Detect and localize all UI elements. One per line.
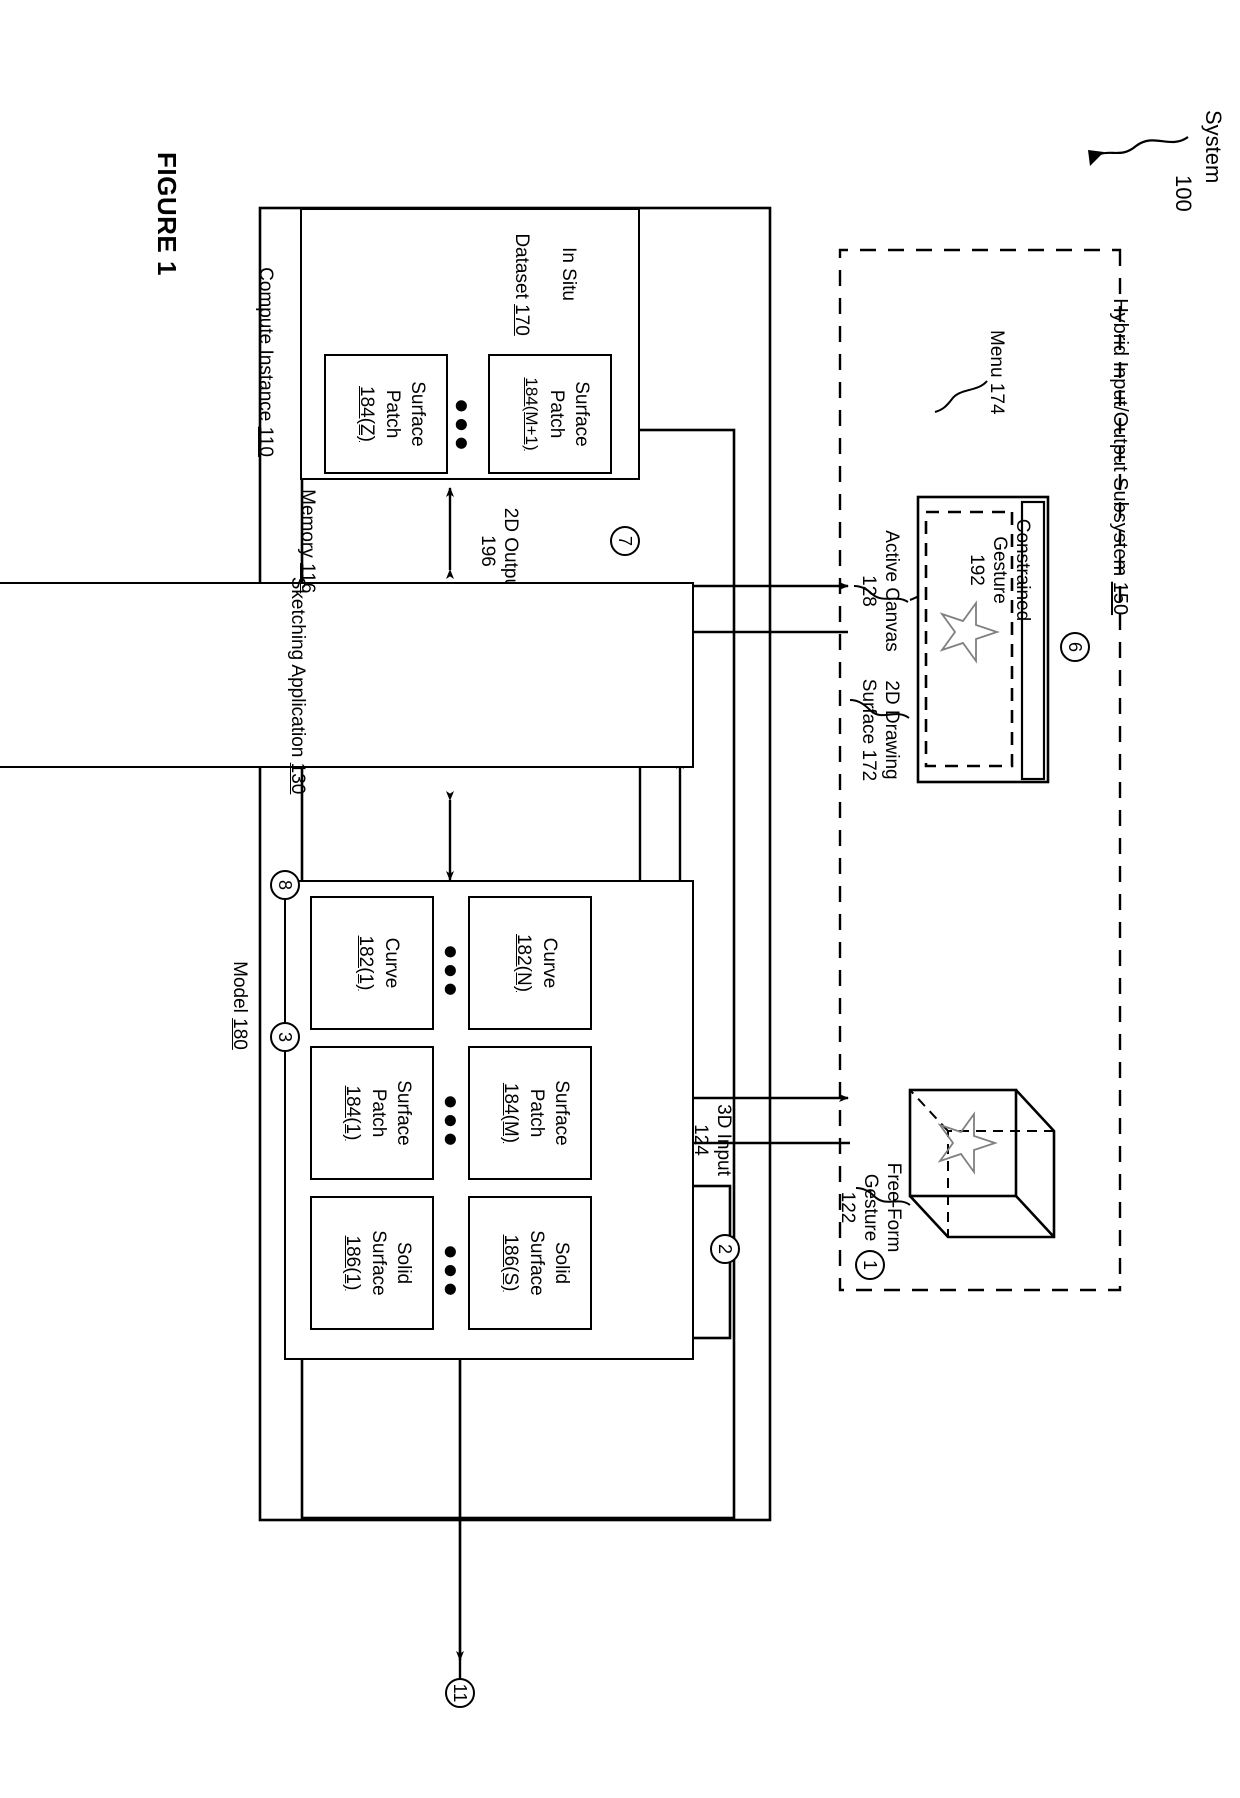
model-ellipsis-solid: ●●● [437, 1244, 467, 1301]
system-label: System [1201, 110, 1226, 184]
model-item-curve-182-n: Curve 182(N) [468, 896, 592, 1030]
step-badge-7: 7 [610, 526, 640, 556]
model-ref: 180 [228, 1018, 250, 1050]
in-situ-item-184-z-line2: Patch [382, 389, 403, 439]
figure-caption: FIGURE 1 [152, 152, 182, 276]
in-situ-item-184-m-plus-1-line1: Surface [571, 381, 592, 447]
model-item-surface-patch-184-m: Surface Patch 184(M) [468, 1046, 592, 1180]
memory-label-text: Memory [296, 489, 318, 564]
constrained-gesture-ref: 192 [966, 554, 987, 586]
step-badge-8: 8 [270, 870, 300, 900]
model-item-surface-patch-184-1-line1: Surface [393, 1080, 414, 1146]
sketching-application-box [0, 582, 694, 768]
subsystem-title-ref: 150 [1108, 581, 1131, 616]
figure-canvas: System 100 Hybrid Input/Output Subsystem… [0, 0, 1240, 1798]
in-situ-dataset-ref: 170 [510, 304, 532, 336]
step-badge-2: 2 [710, 1234, 740, 1264]
model-item-solid-surface-186-1-ref: 186(1) [342, 1235, 363, 1291]
subsystem-title-text: Hybrid Input/Output Subsystem [1108, 298, 1131, 582]
model-item-surface-patch-184-m-line1: Surface [551, 1080, 572, 1146]
model-ellipsis-curve: ●●● [437, 944, 467, 1001]
model-ellipsis-patch: ●●● [437, 1094, 467, 1151]
step-badge-11: 11 [445, 1678, 475, 1708]
in-situ-ellipsis: ●●● [448, 398, 478, 455]
model-item-curve-182-1: Curve 182(1) [310, 896, 434, 1030]
active-canvas-ref: 128 [858, 575, 879, 607]
model-label-text: Model [228, 961, 250, 1019]
active-canvas-label-line1: Active Canvas [881, 530, 902, 652]
model-item-curve-182-1-ref: 182(1) [355, 935, 376, 991]
memory-ref: 116 [296, 563, 318, 594]
model-label: Model 180 [204, 940, 274, 1050]
model-item-surface-patch-184-1-line2: Patch [368, 1088, 389, 1138]
sketching-application-ref: 130 [286, 762, 308, 795]
in-situ-dataset-label-line2: Dataset 170 [486, 196, 556, 352]
in-situ-dataset-label-text: Dataset [510, 233, 532, 305]
in-situ-dataset-label-line1: In Situ [558, 247, 579, 301]
sketching-application-label-text: Sketching Application [286, 576, 308, 763]
system-ref: 100 [1171, 175, 1196, 212]
model-item-solid-surface-186-1-line1: Solid [393, 1241, 414, 1285]
constrained-gesture-label-line2: Gesture [989, 536, 1010, 604]
in-situ-item-surface-patch-184-m-plus-1: Surface Patch 184(M+1) [488, 354, 612, 474]
in-situ-item-surface-patch-184-z: Surface Patch 184(Z) [324, 354, 448, 474]
step-badge-1: 1 [855, 1250, 885, 1280]
subsystem-title: Hybrid Input/Output Subsystem 150 [1083, 276, 1156, 615]
model-item-surface-patch-184-1-ref: 184(1) [342, 1085, 363, 1141]
model-item-curve-182-n-line1: Curve [539, 937, 560, 989]
model-item-solid-surface-186-1-line2: Surface [368, 1230, 389, 1296]
model-item-solid-surface-186-s-line2: Surface [526, 1230, 547, 1296]
free-form-gesture-label-line1: Free-Form [883, 1162, 904, 1253]
constrained-gesture-label-line1: Constrained [1012, 518, 1033, 622]
memory-label: Memory 116 [272, 468, 342, 593]
step-badge-6: 6 [1060, 632, 1090, 662]
model-item-surface-patch-184-1: Surface Patch 184(1) [310, 1046, 434, 1180]
model-item-surface-patch-184-m-line2: Patch [526, 1088, 547, 1138]
model-item-solid-surface-186-s-ref: 186(S) [500, 1234, 521, 1292]
in-situ-item-184-m-plus-1-line2: Patch [546, 389, 567, 439]
in-situ-item-184-z-line1: Surface [407, 381, 428, 447]
model-item-solid-surface-186-s-line1: Solid [551, 1241, 572, 1285]
model-item-surface-patch-184-m-ref: 184(M) [500, 1082, 521, 1144]
model-item-curve-182-1-line1: Curve [381, 937, 402, 989]
three-d-input-label: 3D Input [713, 1104, 734, 1176]
compute-instance-label-text: Compute Instance [254, 267, 276, 427]
model-item-curve-182-n-ref: 182(N) [513, 933, 534, 993]
menu-label: Menu 174 [986, 330, 1007, 415]
model-item-solid-surface-186-s: Solid Surface 186(S) [468, 1196, 592, 1330]
in-situ-item-184-m-plus-1-ref: 184(M+1) [522, 377, 541, 451]
compute-instance-label: Compute Instance 110 [230, 246, 300, 457]
compute-instance-ref: 110 [254, 426, 276, 457]
step-badge-3: 3 [270, 1022, 300, 1052]
model-item-solid-surface-186-1: Solid Surface 186(1) [310, 1196, 434, 1330]
in-situ-item-184-z-ref: 184(Z) [356, 386, 377, 442]
